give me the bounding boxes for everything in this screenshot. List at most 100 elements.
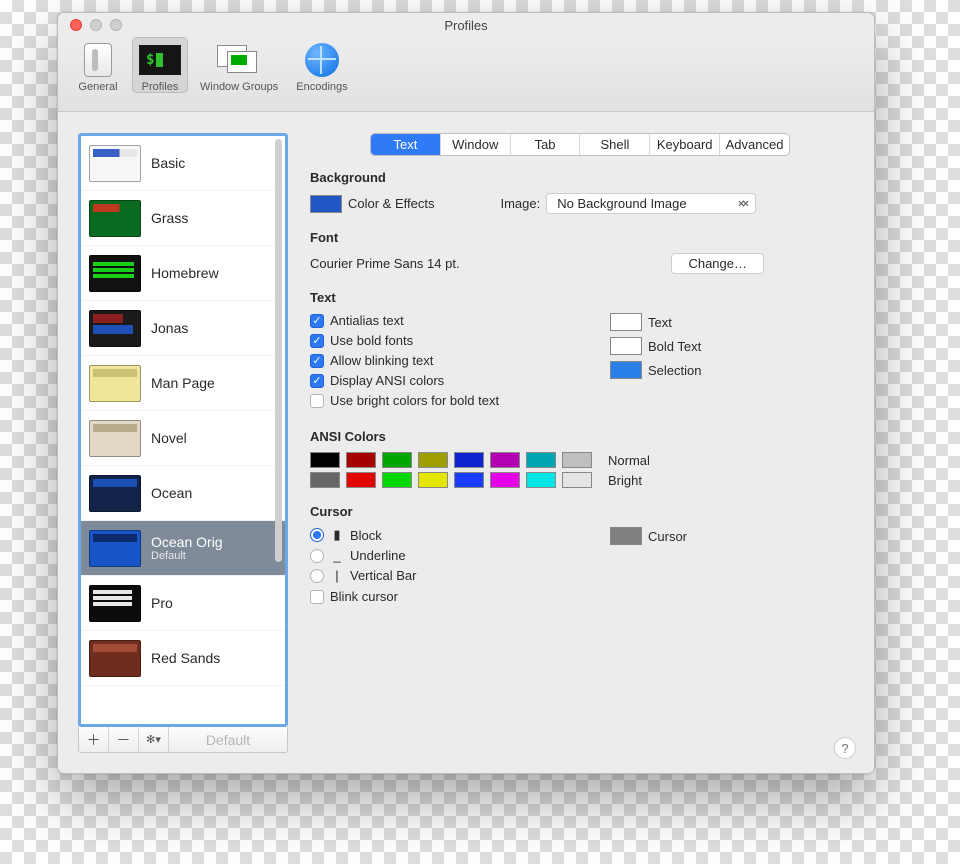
section-heading: Font <box>310 230 854 245</box>
add-profile-button[interactable]: ＋ <box>79 727 109 752</box>
tab-shell[interactable]: Shell <box>580 134 650 155</box>
help-button[interactable]: ? <box>834 737 856 759</box>
set-default-button[interactable]: Default <box>169 727 287 752</box>
profile-name: Man Page <box>151 375 215 391</box>
profile-item[interactable]: Man Page <box>81 356 285 411</box>
background-section: Background Color & Effects Image: No Bac… <box>306 170 854 214</box>
radio-icon <box>310 549 324 563</box>
ansi-color-well[interactable] <box>562 472 592 488</box>
cursor-color-well[interactable] <box>610 527 642 545</box>
checkbox-blink-cursor[interactable]: Blink cursor <box>310 589 580 604</box>
tab-window[interactable]: Window <box>441 134 511 155</box>
ansi-color-well[interactable] <box>418 452 448 468</box>
toolbar-profiles[interactable]: $ Profiles <box>132 37 188 93</box>
profile-thumbnail <box>89 255 141 292</box>
background-image-popup[interactable]: No Background Image <box>546 193 756 214</box>
swatch-label: Bold Text <box>648 339 701 354</box>
cursor-glyph-icon: _ <box>330 548 344 563</box>
ansi-color-well[interactable] <box>418 472 448 488</box>
toolbar-encodings[interactable]: Encodings <box>290 37 353 93</box>
ansi-row-label: Normal <box>608 453 650 468</box>
ansi-color-well[interactable] <box>490 472 520 488</box>
change-font-button[interactable]: Change… <box>671 253 764 274</box>
ansi-color-well[interactable] <box>382 472 412 488</box>
checkbox-icon <box>310 314 324 328</box>
ansi-color-well[interactable] <box>310 452 340 468</box>
profile-item[interactable]: Ocean <box>81 466 285 521</box>
toolbar-window-groups[interactable]: Window Groups <box>194 37 284 93</box>
toolbar: General $ Profiles Window Groups Encodin… <box>58 37 874 112</box>
cursor-shape-block[interactable]: ▮Block <box>310 527 580 543</box>
profile-thumbnail <box>89 420 141 457</box>
checkbox-icon <box>310 374 324 388</box>
color-well[interactable] <box>610 361 642 379</box>
ansi-row-normal: Normal <box>310 452 854 468</box>
cursor-shape-vertical-bar[interactable]: |Vertical Bar <box>310 568 580 583</box>
color-well[interactable] <box>610 337 642 355</box>
toolbar-general[interactable]: General <box>70 37 126 93</box>
close-button[interactable] <box>70 19 82 31</box>
profile-item[interactable]: Homebrew <box>81 246 285 301</box>
profile-list[interactable]: Basic Grass Homebrew Jonas Man Page Novel Ocea… <box>78 133 288 727</box>
tab-keyboard[interactable]: Keyboard <box>650 134 720 155</box>
zoom-button[interactable] <box>110 19 122 31</box>
window-title: Profiles <box>58 18 874 33</box>
color-well[interactable] <box>610 313 642 331</box>
checkbox-use-bold-fonts[interactable]: Use bold fonts <box>310 333 580 348</box>
color-effects-label: Color & Effects <box>348 196 434 211</box>
profile-name: Homebrew <box>151 265 219 281</box>
ansi-color-well[interactable] <box>526 452 556 468</box>
profile-thumbnail <box>89 365 141 402</box>
swatch-label: Text <box>648 315 672 330</box>
checkbox-icon <box>310 354 324 368</box>
font-section: Font Courier Prime Sans 14 pt. Change… <box>306 230 854 274</box>
checkbox-label: Use bright colors for bold text <box>330 393 499 408</box>
profile-name: Basic <box>151 155 185 171</box>
minimize-button[interactable] <box>90 19 102 31</box>
tab-advanced[interactable]: Advanced <box>720 134 789 155</box>
ansi-color-well[interactable] <box>346 452 376 468</box>
profile-thumbnail <box>89 200 141 237</box>
profile-name: Jonas <box>151 320 188 336</box>
ansi-color-well[interactable] <box>562 452 592 468</box>
ansi-color-well[interactable] <box>310 472 340 488</box>
profile-default-tag: Default <box>151 550 223 562</box>
profile-item[interactable]: Grass <box>81 191 285 246</box>
switch-icon <box>84 43 112 77</box>
scrollbar[interactable] <box>275 139 282 562</box>
tab-text[interactable]: Text <box>371 134 441 155</box>
ansi-color-well[interactable] <box>454 452 484 468</box>
section-heading: Text <box>310 290 854 305</box>
ansi-color-well[interactable] <box>382 452 412 468</box>
cursor-shape-underline[interactable]: _Underline <box>310 548 580 563</box>
radio-label: Vertical Bar <box>350 568 416 583</box>
ansi-color-well[interactable] <box>346 472 376 488</box>
ansi-color-well[interactable] <box>454 472 484 488</box>
profile-item[interactable]: Ocean OrigDefault <box>81 521 285 576</box>
ansi-color-well[interactable] <box>526 472 556 488</box>
checkbox-antialias-text[interactable]: Antialias text <box>310 313 580 328</box>
sidebar: Basic Grass Homebrew Jonas Man Page Novel Ocea… <box>78 133 288 753</box>
profile-thumbnail <box>89 640 141 677</box>
ansi-row-bright: Bright <box>310 472 854 488</box>
ansi-color-well[interactable] <box>490 452 520 468</box>
remove-profile-button[interactable]: － <box>109 727 139 752</box>
profile-item[interactable]: Jonas <box>81 301 285 356</box>
profile-item[interactable]: Red Sands <box>81 631 285 686</box>
checkbox-allow-blinking-text[interactable]: Allow blinking text <box>310 353 580 368</box>
profile-name: Pro <box>151 595 173 611</box>
checkbox-display-ansi-colors[interactable]: Display ANSI colors <box>310 373 580 388</box>
profile-name: Novel <box>151 430 187 446</box>
checkbox-label: Allow blinking text <box>330 353 433 368</box>
ansi-section: ANSI Colors NormalBright <box>306 429 854 488</box>
checkbox-use-bright-colors-for-bold-text[interactable]: Use bright colors for bold text <box>310 393 580 408</box>
profile-item[interactable]: Basic <box>81 136 285 191</box>
tab-bar: TextWindowTabShellKeyboardAdvanced <box>370 133 790 156</box>
tab-tab[interactable]: Tab <box>511 134 581 155</box>
background-color-well[interactable] <box>310 195 342 213</box>
font-value: Courier Prime Sans 14 pt. <box>310 256 460 271</box>
profile-item[interactable]: Novel <box>81 411 285 466</box>
swatch-label: Selection <box>648 363 701 378</box>
profile-actions-menu[interactable]: ✻▾ <box>139 727 169 752</box>
profile-item[interactable]: Pro <box>81 576 285 631</box>
